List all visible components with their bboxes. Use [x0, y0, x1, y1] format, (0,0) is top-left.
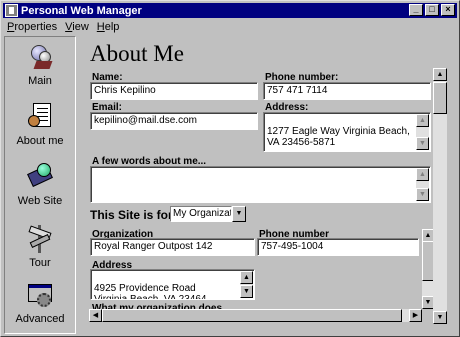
name-field[interactable]: Chris Kepilino [90, 82, 258, 100]
app-window: Personal Web Manager _ □ × Properties Vi… [0, 0, 460, 337]
about-me-icon [25, 101, 55, 131]
menu-help-accel: H [96, 21, 105, 33]
chevron-down-icon[interactable]: ▼ [232, 206, 246, 222]
site-for-label: This Site is for [90, 208, 173, 222]
advanced-icon [25, 279, 55, 309]
sidebar-item-label: Main [28, 75, 52, 87]
phone-field[interactable]: 757 471 7114 [263, 82, 431, 100]
email-field[interactable]: kepilino@mail.dse.com [90, 112, 258, 130]
scroll-up-icon[interactable]: ▲ [240, 271, 253, 284]
site-for-select[interactable]: My Organization [170, 206, 232, 222]
menu-help[interactable]: Help [93, 21, 124, 33]
sidebar-item-tour[interactable]: Tour [5, 223, 75, 269]
scroll-right-icon[interactable]: ▶ [409, 309, 422, 322]
address-text: 1277 Eagle Way Virginia Beach, VA 23456-… [267, 126, 410, 148]
scroll-up-icon[interactable]: ▲ [416, 114, 429, 127]
about-me-panel: About Me Name: Chris Kepilino Phone numb… [80, 36, 433, 324]
main-icon [25, 41, 55, 71]
tour-icon [25, 223, 55, 253]
sidebar-item-label: Advanced [15, 313, 65, 325]
scroll-down-icon[interactable]: ▼ [416, 188, 429, 201]
scroll-up-icon[interactable]: ▲ [416, 168, 429, 181]
window-controls: _ □ × [407, 4, 455, 16]
sidebar-item-about-me[interactable]: About me [5, 101, 75, 147]
address-field[interactable]: 1277 Eagle Way Virginia Beach, VA 23456-… [263, 112, 431, 152]
sidebar-item-advanced[interactable]: Advanced [5, 279, 75, 325]
menu-properties-rest: roperties [14, 21, 58, 33]
scroll-up-icon[interactable]: ▲ [433, 68, 447, 81]
menu-bar: Properties View Help [3, 19, 123, 35]
main-scrollbar[interactable]: ▲ ▼ [433, 68, 447, 324]
web-site-icon [25, 161, 55, 191]
close-button[interactable]: × [441, 4, 455, 16]
org-address-field[interactable]: 4925 Providence Road Virginia Beach, VA … [90, 269, 255, 300]
sidebar-item-main[interactable]: Main [5, 41, 75, 87]
sidebar-item-label: Tour [29, 257, 51, 269]
sidebar-item-label: Web Site [17, 195, 63, 207]
scroll-down-icon[interactable]: ▼ [433, 311, 447, 324]
title-bar[interactable]: Personal Web Manager _ □ × [3, 3, 457, 18]
menu-help-rest: elp [104, 21, 120, 33]
maximize-button[interactable]: □ [425, 4, 439, 16]
address-scrollbar[interactable]: ▲ ▼ [416, 114, 429, 150]
menu-properties[interactable]: Properties [3, 21, 61, 33]
menu-view[interactable]: View [61, 21, 93, 33]
scroll-thumb[interactable] [102, 309, 402, 322]
scroll-thumb[interactable] [433, 82, 447, 114]
horizontal-scrollbar[interactable]: ◀ ▶ [89, 309, 422, 322]
org-address-scrollbar[interactable]: ▲ ▼ [240, 271, 253, 298]
about-field[interactable]: ▲ ▼ [90, 166, 431, 203]
scroll-down-icon[interactable]: ▼ [240, 285, 253, 298]
org-phone-field[interactable]: 757-495-1004 [257, 238, 419, 256]
sidebar-item-label: About me [16, 135, 64, 147]
about-scrollbar[interactable]: ▲ ▼ [416, 168, 429, 201]
sidebar: Main About me Web Site Tour Advanced [4, 36, 76, 334]
organization-field[interactable]: Royal Ranger Outpost 142 [90, 238, 255, 256]
scroll-left-icon[interactable]: ◀ [89, 309, 102, 322]
scroll-down-icon[interactable]: ▼ [416, 137, 429, 150]
window-title: Personal Web Manager [21, 4, 142, 17]
sidebar-item-web-site[interactable]: Web Site [5, 161, 75, 207]
org-address-text: 4925 Providence Road Virginia Beach, VA … [94, 283, 207, 300]
page-title: About Me [90, 41, 184, 66]
menu-view-rest: iew [72, 21, 89, 33]
minimize-button[interactable]: _ [409, 4, 423, 16]
app-icon[interactable] [5, 4, 18, 17]
